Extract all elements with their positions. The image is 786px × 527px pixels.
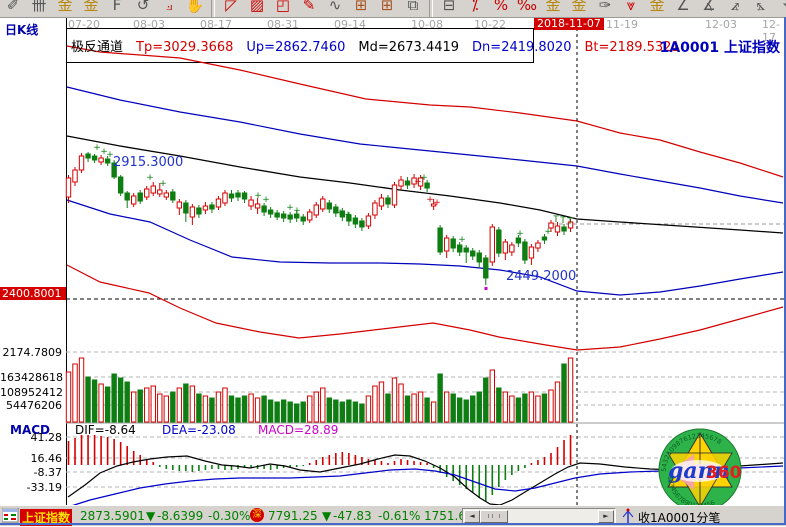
index-down-arrow-icon: ▼ — [146, 509, 155, 523]
toolbar-icon[interactable]: ✑ — [592, 0, 618, 17]
toolbar-icon[interactable]: ‰ — [514, 0, 540, 17]
toolbar-icon[interactable]: ⊞ — [348, 0, 374, 17]
toolbar-icon[interactable]: ⧉ — [400, 0, 426, 17]
date-tick: 08-03 — [133, 18, 165, 31]
toolbar-icon[interactable]: ✋ — [182, 0, 208, 17]
macd-scale-2: 16.46 — [0, 452, 62, 465]
date-tick: 10-08 — [411, 18, 443, 31]
toolbar-icon[interactable]: ⊞ — [374, 0, 400, 17]
toolbar-icon[interactable]: ⦨ — [722, 0, 748, 17]
volume-scale-1: 163428618 — [0, 371, 62, 384]
logo-360-text: 360 — [706, 463, 742, 483]
toolbar-icon[interactable]: 金 — [52, 0, 78, 17]
macd-dea-value: DEA=-23.08 — [162, 423, 236, 437]
price-alert-tag: 2400.8001 — [0, 287, 66, 300]
toolbar-icon[interactable]: ⊟ — [436, 0, 462, 17]
macd-scale-3: -8.37 — [0, 466, 62, 479]
toolbar-separator — [211, 0, 215, 18]
toolbar-icon[interactable]: 金 — [644, 0, 670, 17]
legend-dn: Dn=2419.8020 — [472, 40, 571, 55]
date-tick: 07-20 — [68, 18, 100, 31]
toolbar-icon[interactable]: ⩔ — [618, 0, 644, 17]
legend-md: Md=2673.4419 — [358, 40, 459, 55]
channel-legend: 极反通道 Tp=3029.3668 Up=2862.7460 Md=2673.4419… — [71, 36, 693, 55]
legend-up: Up=2862.7460 — [246, 40, 345, 55]
toolbar-icon[interactable]: % — [488, 0, 514, 17]
macd-hist-value: MACD=28.89 — [258, 423, 338, 437]
toolbar-icon[interactable]: ⦩ — [748, 0, 774, 17]
toolbar-icon[interactable]: ∿ — [322, 0, 348, 17]
toolbar-icon[interactable]: ∠ — [670, 0, 696, 17]
toolbar-icon[interactable]: 卌 — [26, 0, 52, 17]
toolbar-icon[interactable]: ↺ — [130, 0, 156, 17]
toolbar-icon[interactable]: ∡ — [696, 0, 722, 17]
date-tick: 09-14 — [334, 18, 366, 31]
high-annotation: 2915.3000 — [113, 155, 183, 170]
date-tick: 08-31 — [267, 18, 299, 31]
toolbar-icon[interactable]: F — [104, 0, 130, 17]
toolbar: ✐卌金金F↺⟓✋◸▨◰✎∿⊞⊞⧉⊟⁒%‰金金✑⩔金∠∡⦨⦩⦪ — [0, 0, 786, 18]
date-tick: 11-19 — [606, 18, 638, 31]
toolbar-icon[interactable]: ▨ — [244, 0, 270, 17]
index-value: 2873.5901 — [80, 509, 145, 523]
symbol-title: 1A0001 上证指数 — [660, 37, 780, 57]
scroll-left-button[interactable]: ◄ — [464, 510, 480, 523]
toolbar-icon[interactable]: 金 — [566, 0, 592, 17]
toolbar-icon[interactable]: ✎ — [296, 0, 322, 17]
legend-tp: Tp=3029.3668 — [136, 40, 233, 55]
low-annotation: 2449.2000 — [506, 269, 576, 284]
sz-change: -47.83 — [333, 509, 372, 523]
sz-down-arrow-icon: ▼ — [322, 509, 331, 523]
macd-scale-1: 41.28 — [0, 431, 62, 444]
volume-scale-3: 54476206 — [0, 399, 62, 412]
index-change: -8.6399 — [157, 509, 203, 523]
scroll-right-button[interactable]: ► — [598, 510, 614, 523]
scroll-thumb[interactable] — [480, 510, 508, 523]
date-tick: 12-03 — [705, 18, 737, 31]
gann360-logo: gann 360 543210987612345678 123456789012… — [656, 426, 744, 514]
volume-scale-2: 108952412 — [0, 386, 62, 399]
date-tick: 08-17 — [200, 18, 232, 31]
sz-value: 7791.25 — [268, 509, 318, 523]
sz-pct: -0.61% — [378, 509, 420, 523]
toolbar-icon[interactable]: ⦪ — [774, 0, 786, 17]
toolbar-icon[interactable]: ◰ — [270, 0, 296, 17]
date-tick: 10-22 — [474, 18, 506, 31]
shenzhen-badge[interactable]: 深 — [250, 508, 264, 522]
index-pct: -0.30% — [208, 509, 250, 523]
legend-name: 极反通道 — [71, 40, 123, 55]
macd-dif-value: DIF=-8.64 — [75, 423, 136, 437]
toolbar-icon[interactable]: ⟓ — [156, 0, 182, 17]
toolbar-icon[interactable]: ◸ — [218, 0, 244, 17]
toolbar-icon[interactable]: ✐ — [0, 0, 26, 17]
period-label[interactable]: 日K线 — [5, 21, 38, 38]
macd-scale-4: -33.19 — [0, 481, 62, 494]
toolbar-icon[interactable]: 金 — [78, 0, 104, 17]
toolbar-icon[interactable]: 金 — [540, 0, 566, 17]
toolbar-separator — [429, 0, 433, 18]
toolbar-icon[interactable]: ⁒ — [462, 0, 488, 17]
current-date-tag: 2018-11-07 — [534, 17, 604, 30]
price-scale-low: 2174.7809 — [0, 346, 62, 359]
